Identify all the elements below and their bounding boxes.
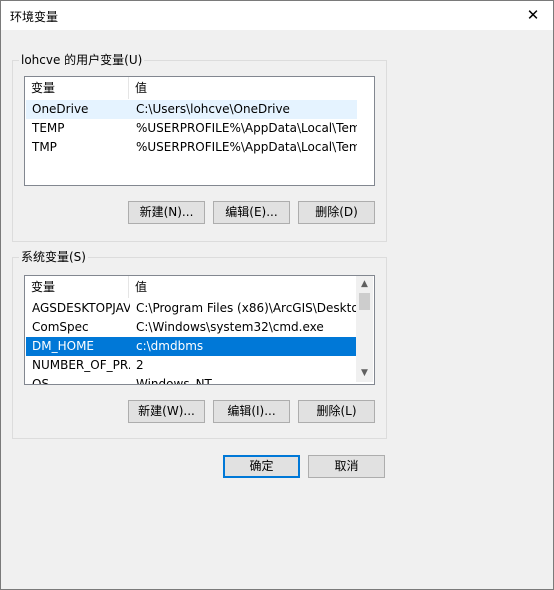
variable-name: NUMBER_OF_PR... (32, 358, 130, 372)
variable-value: Windows_NT (136, 377, 212, 385)
user-new-button[interactable]: 新建(N)... (128, 201, 205, 224)
system-variables-list[interactable]: 变量 值 AGSDESKTOPJAVA C:\Program Files (x8… (24, 275, 375, 385)
system-variables-group: 系统变量(S) 变量 值 AGSDESKTOPJAVA C:\Program F… (12, 250, 387, 439)
variable-value: C:\Windows\system32\cmd.exe (136, 320, 324, 334)
vertical-scrollbar[interactable]: ▲ ▼ (356, 276, 373, 382)
variable-name: TMP (32, 140, 57, 154)
list-item[interactable]: OneDrive C:\Users\lohcve\OneDrive (26, 100, 357, 119)
scroll-thumb[interactable] (359, 293, 370, 310)
variable-value: c:\dmdbms (136, 339, 204, 353)
scroll-down-icon[interactable]: ▼ (356, 365, 373, 382)
list-item[interactable]: OS Windows_NT (26, 375, 357, 385)
user-variables-list[interactable]: 变量 值 OneDrive C:\Users\lohcve\OneDrive T… (24, 76, 375, 186)
variable-value: 2 (136, 358, 144, 372)
user-variables-label: lohcve 的用户变量(U) (19, 53, 145, 67)
column-header-variable[interactable]: 变量 (25, 276, 129, 298)
list-item-selected[interactable]: DM_HOME c:\dmdbms (26, 337, 357, 356)
close-button[interactable]: ✕ (513, 1, 553, 30)
ok-button[interactable]: 确定 (223, 455, 300, 478)
column-header-value[interactable]: 值 (129, 276, 356, 298)
system-variables-label: 系统变量(S) (19, 250, 88, 264)
variable-name: DM_HOME (32, 339, 94, 353)
list-header: 变量 值 (25, 77, 374, 101)
environment-variables-dialog: 环境变量 ✕ lohcve 的用户变量(U) 变量 值 OneDrive C:\… (0, 0, 554, 590)
variable-value: C:\Users\lohcve\OneDrive (136, 102, 290, 116)
system-edit-button[interactable]: 编辑(I)... (213, 400, 290, 423)
cancel-button[interactable]: 取消 (308, 455, 385, 478)
list-item[interactable]: AGSDESKTOPJAVA C:\Program Files (x86)\Ar… (26, 299, 357, 318)
list-item[interactable]: NUMBER_OF_PR... 2 (26, 356, 357, 375)
system-new-button[interactable]: 新建(W)... (128, 400, 205, 423)
system-delete-button[interactable]: 删除(L) (298, 400, 375, 423)
variable-name: OS (32, 377, 50, 385)
variable-name: TEMP (32, 121, 65, 135)
list-item[interactable]: ComSpec C:\Windows\system32\cmd.exe (26, 318, 357, 337)
title-bar: 环境变量 ✕ (1, 1, 553, 30)
close-icon: ✕ (526, 6, 540, 24)
column-header-value[interactable]: 值 (129, 77, 374, 99)
variable-name: AGSDESKTOPJAVA (32, 301, 130, 315)
user-variables-group: lohcve 的用户变量(U) 变量 值 OneDrive C:\Users\l… (12, 53, 387, 242)
variable-name: OneDrive (32, 102, 89, 116)
list-header: 变量 值 (25, 276, 356, 300)
scroll-up-icon[interactable]: ▲ (356, 276, 373, 293)
variable-value: %USERPROFILE%\AppData\Local\Temp (136, 140, 357, 154)
column-header-variable[interactable]: 变量 (25, 77, 129, 99)
window-title: 环境变量 (10, 10, 59, 24)
variable-name: ComSpec (32, 320, 89, 334)
variable-value: %USERPROFILE%\AppData\Local\Temp (136, 121, 357, 135)
list-item[interactable]: TMP %USERPROFILE%\AppData\Local\Temp (26, 138, 357, 157)
user-edit-button[interactable]: 编辑(E)... (213, 201, 290, 224)
list-item[interactable]: TEMP %USERPROFILE%\AppData\Local\Temp (26, 119, 357, 138)
variable-value: C:\Program Files (x86)\ArcGIS\Desktop1..… (136, 301, 357, 315)
user-delete-button[interactable]: 删除(D) (298, 201, 375, 224)
